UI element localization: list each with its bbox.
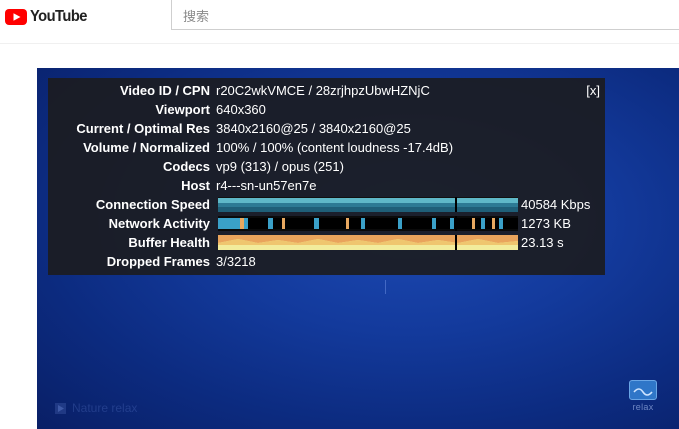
stats-label: Video ID / CPN	[119, 83, 210, 98]
youtube-logo[interactable]: YouTube	[5, 7, 92, 27]
stats-value: 3840x2160@25 / 3840x2160@25	[216, 121, 411, 136]
stats-label: Network Activity	[108, 216, 210, 231]
stats-label: Viewport	[155, 102, 210, 117]
stats-row-viewport: Viewport 640x360	[48, 100, 605, 119]
stats-label: Codecs	[163, 159, 210, 174]
stats-label: Current / Optimal Res	[76, 121, 210, 136]
stats-label: Volume / Normalized	[83, 140, 210, 155]
video-light-streak	[385, 280, 386, 294]
stats-row-codecs: Codecs vp9 (313) / opus (251)	[48, 157, 605, 176]
stats-value: 40584 Kbps	[521, 197, 591, 212]
stats-value: 640x360	[216, 102, 266, 117]
stats-value: 100% / 100% (content loudness -17.4dB)	[216, 140, 454, 155]
stats-value: r20C2wkVMCE / 28zrjhpzUbwHZNjC	[216, 83, 430, 98]
wave-icon	[633, 388, 653, 396]
stats-value: 3/3218	[216, 254, 256, 269]
video-caption: Nature relax	[55, 399, 137, 417]
stats-row-volume: Volume / Normalized 100% / 100% (content…	[48, 138, 605, 157]
play-icon	[55, 402, 66, 414]
stats-value: 1273 KB	[521, 216, 571, 231]
network-activity-graph	[218, 216, 518, 231]
stats-value: 23.13 s	[521, 235, 564, 250]
stats-row-resolution: Current / Optimal Res 3840x2160@25 / 384…	[48, 119, 605, 138]
stats-value: r4---sn-un57en7e	[216, 178, 317, 193]
logo-text: YouTube	[30, 8, 87, 25]
stats-row-video-id: Video ID / CPN r20C2wkVMCE / 28zrjhpzUbw…	[48, 81, 605, 100]
stats-label: Host	[181, 178, 210, 193]
search-input[interactable]	[171, 0, 679, 30]
stats-row-dropped-frames: Dropped Frames 3/3218	[48, 252, 605, 271]
video-player[interactable]: Nature relax relax [x] Video ID / CPN r2…	[37, 68, 679, 429]
stats-row-host: Host r4---sn-un57en7e	[48, 176, 605, 195]
watermark-text: relax	[632, 402, 654, 412]
stats-label: Connection Speed	[95, 197, 210, 212]
connection-speed-graph	[218, 197, 518, 212]
stats-row-connection-speed: Connection Speed 40584 Kbps	[48, 195, 605, 214]
stats-label: Dropped Frames	[106, 254, 210, 269]
youtube-play-icon	[5, 9, 27, 25]
buffer-health-graph	[218, 235, 518, 250]
stats-row-buffer-health: Buffer Health 23.13 s	[48, 233, 605, 252]
header-divider	[0, 43, 679, 44]
channel-watermark[interactable]: relax	[628, 380, 658, 414]
stats-for-nerds-panel: [x] Video ID / CPN r20C2wkVMCE / 28zrjhp…	[48, 78, 605, 275]
top-bar: YouTube	[0, 0, 679, 44]
stats-row-network-activity: Network Activity 1273 KB	[48, 214, 605, 233]
stats-label: Buffer Health	[128, 235, 210, 250]
relax-logo-icon	[629, 380, 657, 400]
video-caption-text: Nature relax	[72, 401, 138, 415]
stats-value: vp9 (313) / opus (251)	[216, 159, 344, 174]
